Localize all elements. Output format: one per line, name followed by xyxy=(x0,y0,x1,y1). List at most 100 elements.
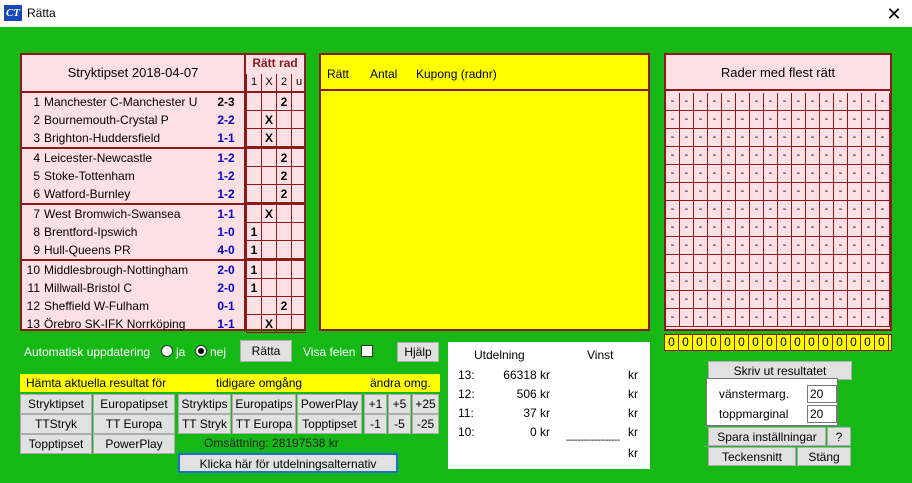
result-cell[interactable] xyxy=(246,129,261,147)
result-cell[interactable] xyxy=(291,93,306,111)
result-mark[interactable]: X xyxy=(261,205,276,223)
result-cell[interactable] xyxy=(291,223,306,241)
teckensnitt-button[interactable]: Teckensnitt xyxy=(708,447,796,466)
result-cell[interactable] xyxy=(291,241,306,259)
change-minus-25-button[interactable]: -25 xyxy=(412,414,439,434)
rader-cell: - xyxy=(806,201,820,219)
rader-count-cell: 0 xyxy=(693,335,707,350)
result-cell[interactable] xyxy=(261,223,276,241)
close-button[interactable]: ✕ xyxy=(880,3,908,25)
result-cell[interactable] xyxy=(246,167,261,185)
match-row: 9 Hull-Queens PR 4-0 1 xyxy=(22,241,306,259)
result-cell[interactable] xyxy=(291,261,306,279)
change-minus-1-button[interactable]: -1 xyxy=(364,414,387,434)
previous-topptipset-button[interactable]: Topptipset xyxy=(297,414,362,434)
rader-cell: - xyxy=(680,273,694,291)
ratta-button[interactable]: Rätta xyxy=(240,340,292,362)
result-cell[interactable] xyxy=(246,315,261,333)
result-cell[interactable] xyxy=(261,241,276,259)
result-mark[interactable]: 2 xyxy=(276,93,291,111)
result-cell[interactable] xyxy=(246,93,261,111)
change-plus-5-button[interactable]: +5 xyxy=(388,394,411,414)
utdelningsalternativ-button[interactable]: Klicka här för utdelningsalternativ xyxy=(178,453,398,473)
previous-powerplay-button[interactable]: PowerPlay xyxy=(297,394,362,414)
result-cell[interactable] xyxy=(246,185,261,203)
result-cell[interactable] xyxy=(246,297,261,315)
rader-cell: - xyxy=(666,129,680,147)
result-cell[interactable] xyxy=(291,297,306,315)
auto-update-no-radio[interactable] xyxy=(195,345,207,357)
rader-cell: - xyxy=(680,183,694,201)
result-mark[interactable]: 2 xyxy=(276,149,291,167)
result-cell[interactable] xyxy=(276,129,291,147)
result-mark[interactable]: X xyxy=(261,315,276,333)
result-panel: Rätt Antal Kupong (radnr) xyxy=(319,53,650,331)
result-cell[interactable] xyxy=(261,167,276,185)
result-cell[interactable] xyxy=(291,111,306,129)
spara-installningar-button[interactable]: Spara inställningar xyxy=(708,427,826,446)
match-score: 2-0 xyxy=(217,281,235,295)
result-cell[interactable] xyxy=(261,149,276,167)
result-cell[interactable] xyxy=(276,315,291,333)
result-cell[interactable] xyxy=(276,261,291,279)
vanstermarg-input[interactable]: 20 xyxy=(807,385,837,403)
result-cell[interactable] xyxy=(261,279,276,297)
result-cell[interactable] xyxy=(291,205,306,223)
current-tt-europa-button[interactable]: TT Europa xyxy=(93,414,175,434)
previous-europatips-button[interactable]: Europatips xyxy=(232,394,296,414)
result-cell[interactable] xyxy=(261,261,276,279)
result-mark[interactable]: 2 xyxy=(276,297,291,315)
stang-button[interactable]: Stäng xyxy=(797,447,851,466)
match-row: 2 Bournemouth-Crystal P 2-2 X xyxy=(22,111,306,129)
change-plus-1-button[interactable]: +1 xyxy=(364,394,387,414)
rader-cell: - xyxy=(750,273,764,291)
current-ttstryk-button[interactable]: TTStryk xyxy=(20,414,92,434)
current-stryktipset-button[interactable]: Stryktipset xyxy=(20,394,92,414)
result-cell[interactable] xyxy=(276,223,291,241)
previous-tt-europa-button[interactable]: TT Europa xyxy=(232,414,296,434)
result-cell[interactable] xyxy=(246,149,261,167)
change-plus-25-button[interactable]: +25 xyxy=(412,394,439,414)
result-mark[interactable]: X xyxy=(261,111,276,129)
change-minus-5-button[interactable]: -5 xyxy=(388,414,411,434)
result-cell[interactable] xyxy=(291,149,306,167)
result-cell[interactable] xyxy=(276,111,291,129)
result-mark[interactable]: 2 xyxy=(276,185,291,203)
col-header-2: 2 xyxy=(276,74,291,91)
result-cell[interactable] xyxy=(291,167,306,185)
visa-felen-checkbox[interactable] xyxy=(361,345,373,357)
result-mark[interactable]: 1 xyxy=(246,223,261,241)
result-mark[interactable]: 1 xyxy=(246,241,261,259)
rader-cell: - xyxy=(736,111,750,129)
result-cell[interactable] xyxy=(246,111,261,129)
result-cell[interactable] xyxy=(291,129,306,147)
rader-cell: - xyxy=(876,183,890,201)
previous-tt-stryk-button[interactable]: TT Stryk xyxy=(178,414,231,434)
result-cell[interactable] xyxy=(276,279,291,297)
result-cell[interactable] xyxy=(291,185,306,203)
toppmarginal-input[interactable]: 20 xyxy=(807,405,837,423)
hjalp-button[interactable]: Hjälp xyxy=(397,342,439,362)
settings-help-button[interactable]: ? xyxy=(827,427,851,446)
current-topptipset-button[interactable]: Topptipset xyxy=(20,434,92,454)
rader-cell: - xyxy=(750,111,764,129)
current-europatipset-button[interactable]: Europatipset xyxy=(93,394,175,414)
result-mark[interactable]: 1 xyxy=(246,261,261,279)
match-score: 1-0 xyxy=(217,225,235,239)
result-cell[interactable] xyxy=(276,241,291,259)
result-mark[interactable]: 1 xyxy=(246,279,261,297)
result-cell[interactable] xyxy=(261,185,276,203)
result-mark[interactable]: 2 xyxy=(276,167,291,185)
result-mark[interactable]: X xyxy=(261,129,276,147)
auto-update-yes-radio[interactable] xyxy=(161,345,173,357)
result-cell[interactable] xyxy=(261,297,276,315)
title-bar: CT Rätta ✕ xyxy=(0,0,912,27)
result-cell[interactable] xyxy=(261,93,276,111)
current-powerplay-button[interactable]: PowerPlay xyxy=(93,434,175,454)
result-cell[interactable] xyxy=(291,315,306,333)
previous-stryktips-button[interactable]: Stryktips xyxy=(178,394,231,414)
result-cell[interactable] xyxy=(276,205,291,223)
rader-cell: - xyxy=(708,201,722,219)
result-cell[interactable] xyxy=(291,279,306,297)
result-cell[interactable] xyxy=(246,205,261,223)
